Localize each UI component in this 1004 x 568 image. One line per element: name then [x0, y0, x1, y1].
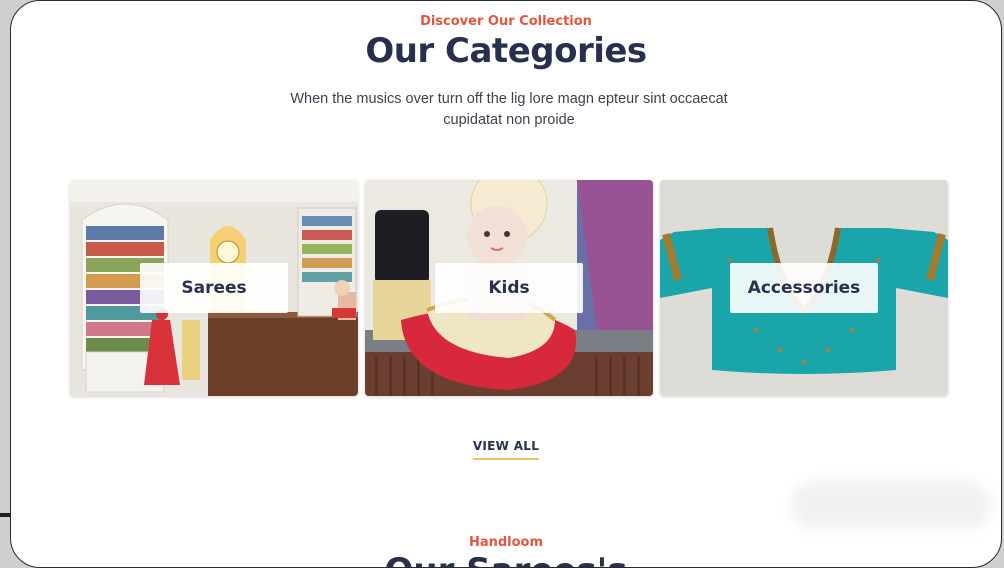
view-all-wrapper: VIEW ALL — [11, 437, 1001, 460]
view-all-link[interactable]: VIEW ALL — [472, 439, 540, 460]
blurred-overlay — [791, 481, 991, 529]
section-title: Our Categories — [365, 31, 647, 71]
next-section-title: Our Sarees's — [11, 551, 1001, 567]
section-eyebrow: Discover Our Collection — [420, 14, 592, 29]
category-card-kids[interactable]: Kids — [365, 180, 653, 396]
category-label-kids: Kids — [435, 263, 583, 313]
category-label-accessories: Accessories — [730, 263, 878, 313]
next-section-eyebrow: Handloom — [468, 535, 544, 550]
page-frame: Discover Our Collection Our Categories W… — [10, 0, 1002, 568]
category-card-sarees[interactable]: Sarees — [70, 180, 358, 396]
category-label-sarees: Sarees — [140, 263, 288, 313]
category-cards: Sarees Kids Accessories — [70, 180, 948, 396]
outer-edge-mark — [0, 513, 10, 517]
section-subtitle: When the musics over turn off the lig lo… — [290, 91, 728, 128]
category-card-accessories[interactable]: Accessories — [660, 180, 948, 396]
